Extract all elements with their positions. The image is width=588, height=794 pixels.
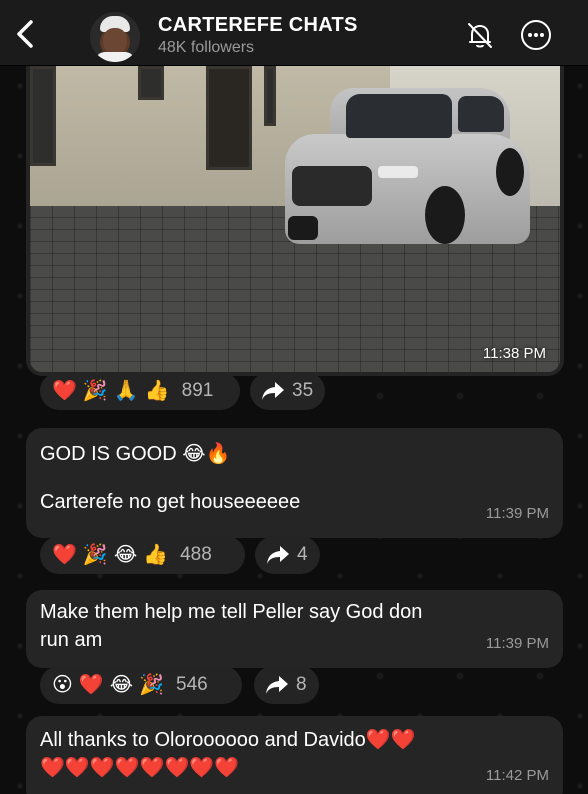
message-time: 11:39 PM — [485, 505, 549, 522]
reaction-emoji: 😂 — [109, 674, 134, 696]
bell-off-icon — [468, 23, 492, 48]
text-message[interactable]: All thanks to Oloroooooo and Davido❤️❤️ … — [26, 716, 563, 794]
message-text: GOD IS GOOD 😂🔥 — [40, 443, 231, 465]
reaction-emoji: ❤️ — [52, 544, 77, 566]
more-options-button[interactable] — [518, 17, 554, 53]
reaction-count: 891 — [181, 380, 214, 401]
forward-button[interactable]: 8 — [254, 666, 319, 704]
reaction-count: 488 — [180, 544, 212, 565]
message-time: 11:42 PM — [485, 767, 549, 784]
forward-button[interactable]: 35 — [250, 372, 326, 410]
reaction-emoji: ❤️ — [52, 380, 77, 402]
followers-count: 48K followers — [158, 39, 255, 56]
reaction-emoji: 🎉 — [82, 380, 108, 402]
message-text: ❤️❤️❤️❤️❤️❤️❤️❤️ — [40, 757, 240, 779]
message-text: All thanks to Oloroooooo and Davido❤️❤️ — [40, 729, 416, 751]
channel-name[interactable]: CARTEREFE CHATS — [158, 14, 358, 37]
reactions-bar[interactable]: ❤️ 🎉 🙏 👍 891 — [40, 372, 240, 410]
forward-count: 8 — [296, 674, 307, 695]
reaction-emoji: 👍 — [143, 544, 169, 566]
forward-arrow-icon — [267, 546, 289, 564]
reaction-emoji: 🎉 — [139, 674, 165, 696]
reactions-bar[interactable]: 😮 ❤️ 😂 🎉 546 — [40, 666, 242, 704]
mute-button[interactable] — [462, 17, 498, 53]
back-button[interactable] — [8, 14, 42, 54]
reaction-emoji: ❤️ — [78, 674, 104, 696]
message-text: Carterefe no get houseeeeee — [40, 491, 301, 513]
car-photo[interactable] — [30, 66, 560, 372]
forward-arrow-icon — [266, 676, 288, 694]
chevron-left-icon — [17, 20, 33, 48]
text-message[interactable]: Make them help me tell Peller say God do… — [26, 590, 563, 668]
forward-count: 4 — [297, 544, 308, 565]
message-time: 11:39 PM — [485, 635, 549, 652]
forward-arrow-icon — [262, 382, 284, 400]
reaction-count: 546 — [176, 674, 208, 695]
photo-message[interactable]: 11:38 PM — [26, 66, 564, 376]
chat-header: CARTEREFE CHATS 48K followers — [0, 0, 588, 66]
forward-button[interactable]: 4 — [255, 536, 320, 574]
ellipsis-circle-icon — [521, 20, 551, 50]
forward-count: 35 — [292, 380, 314, 401]
message-time: 11:38 PM — [482, 345, 546, 362]
reaction-emoji: 👍 — [144, 380, 170, 402]
text-message[interactable]: GOD IS GOOD 😂🔥 Carterefe no get houseeee… — [26, 428, 563, 538]
reaction-emoji: 😂 — [113, 544, 138, 566]
reaction-emoji: 🎉 — [82, 544, 108, 566]
reaction-emoji: 🙏 — [113, 380, 139, 402]
reaction-emoji: 😮 — [52, 674, 73, 696]
message-text: run am — [40, 629, 103, 651]
avatar[interactable] — [90, 12, 140, 62]
message-text: Make them help me tell Peller say God do… — [40, 601, 423, 623]
reactions-bar[interactable]: ❤️ 🎉 😂 👍 488 — [40, 536, 245, 574]
